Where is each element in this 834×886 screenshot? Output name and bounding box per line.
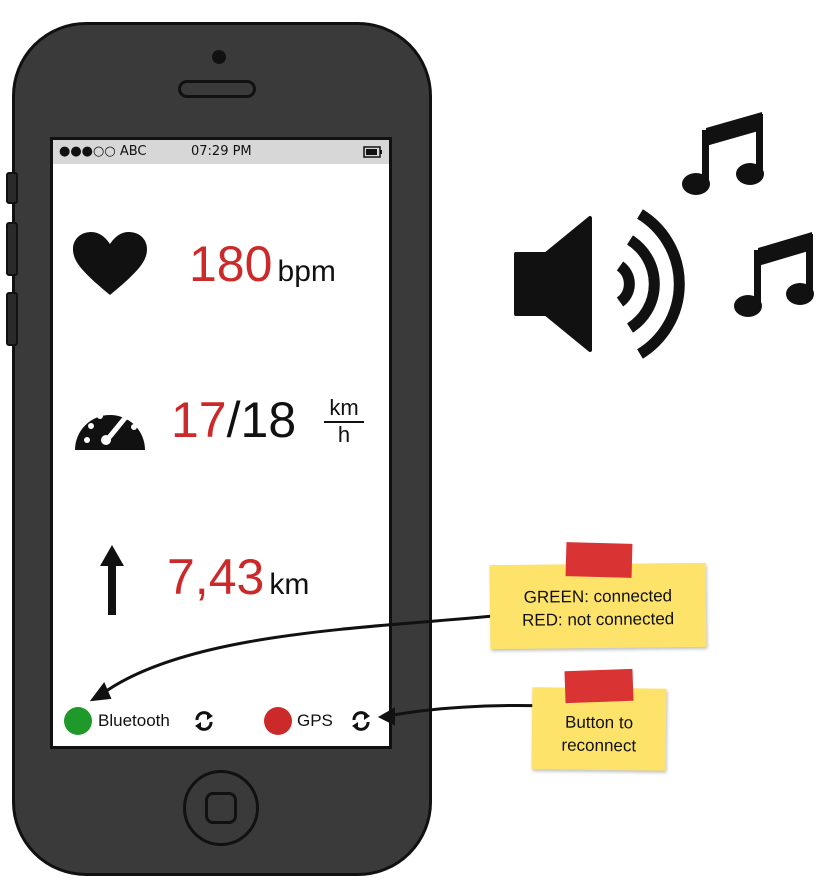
- heart-rate-value: 180: [189, 236, 273, 292]
- speed-row: 17/18: [171, 395, 296, 445]
- speed-unit-top: km: [329, 395, 359, 420]
- status-time: 07:29 PM: [191, 144, 252, 159]
- speed-target: 18: [240, 392, 297, 448]
- battery-icon: [363, 146, 382, 158]
- front-camera: [212, 50, 226, 64]
- tape: [564, 668, 634, 704]
- status-bar: ●●●○○ ABC 07:29 PM: [53, 140, 389, 164]
- heart-rate-unit: bpm: [277, 255, 336, 288]
- reconnect-note-line2: reconnect: [561, 735, 637, 756]
- earpiece: [178, 80, 256, 98]
- speedometer-icon: [75, 409, 145, 450]
- music-note-icon: [734, 232, 814, 317]
- speaker-icon: [514, 209, 685, 359]
- distance-value: 7,43: [167, 549, 265, 605]
- gps-label: GPS: [297, 711, 333, 730]
- volume-down-button: [6, 292, 18, 346]
- app-screen: ●●●○○ ABC 07:29 PM 180 bpm 17/18 km h 7,…: [50, 137, 392, 749]
- speed-separator: /: [226, 392, 241, 448]
- speed-unit: km h: [322, 396, 366, 447]
- heart-icon: [73, 232, 147, 295]
- home-button-square: [205, 792, 237, 824]
- bluetooth-label: Bluetooth: [98, 711, 170, 730]
- distance-row: 7,43 km: [167, 552, 309, 602]
- home-button[interactable]: [183, 770, 259, 846]
- speed-unit-bottom: h: [337, 422, 351, 447]
- heart-rate-row: 180 bpm: [189, 239, 336, 289]
- arrow-up-icon: [100, 545, 124, 615]
- gps-status-dot: [264, 707, 292, 735]
- bluetooth-status-dot: [64, 707, 92, 735]
- mute-switch: [6, 172, 18, 204]
- speed-current: 17: [171, 392, 227, 448]
- music-note-icon: [682, 112, 764, 195]
- gps-reconnect-icon[interactable]: [350, 710, 372, 732]
- volume-up-button: [6, 222, 18, 276]
- bluetooth-reconnect-icon[interactable]: [193, 710, 215, 732]
- distance-unit: km: [269, 568, 310, 601]
- tape: [565, 542, 633, 578]
- carrier-signal: ●●●○○ ABC: [59, 144, 147, 159]
- legend-line-red: RED: not connected: [521, 609, 675, 630]
